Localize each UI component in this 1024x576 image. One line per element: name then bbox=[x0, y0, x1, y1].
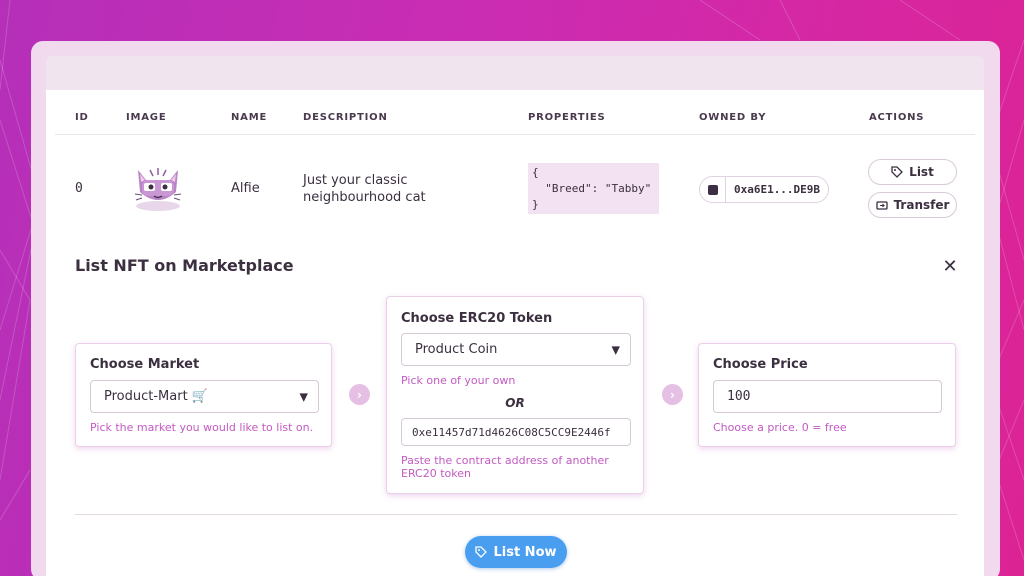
section-divider bbox=[75, 514, 957, 515]
chevron-down-icon: ▼ bbox=[299, 390, 308, 403]
list-now-label: List Now bbox=[493, 544, 557, 560]
token-address-hint-line2: ERC20 token bbox=[401, 467, 471, 480]
nft-cat-image bbox=[134, 168, 182, 211]
choose-price-title: Choose Price bbox=[713, 357, 808, 372]
chevron-down-icon: ▼ bbox=[611, 343, 620, 356]
market-select-value: Product-Mart 🛒 bbox=[104, 389, 208, 404]
price-input[interactable]: 100 bbox=[713, 380, 942, 413]
token-select[interactable]: Product Coin ▼ bbox=[401, 333, 631, 366]
transfer-button-label: Transfer bbox=[893, 198, 950, 212]
properties-open-brace: { bbox=[532, 166, 539, 179]
token-address-hint-line1: Paste the contract address of another bbox=[401, 454, 609, 467]
token-address-input[interactable]: 0xe11457d71d4626C08C5CC9E2446f bbox=[401, 418, 631, 446]
nft-description-line1: Just your classic bbox=[303, 173, 408, 188]
listing-title: List NFT on Marketplace bbox=[75, 256, 294, 275]
or-separator: OR bbox=[505, 396, 525, 410]
transfer-icon bbox=[875, 201, 888, 210]
market-select[interactable]: Product-Mart 🛒 ▼ bbox=[90, 380, 319, 413]
token-hint: Pick one of your own bbox=[401, 374, 516, 387]
tag-icon bbox=[475, 546, 488, 558]
choose-token-title: Choose ERC20 Token bbox=[401, 311, 553, 326]
nft-id: 0 bbox=[75, 181, 83, 196]
choose-market-title: Choose Market bbox=[90, 357, 200, 372]
choose-token-card: Choose ERC20 Token Product Coin ▼ Pick o… bbox=[386, 296, 644, 494]
nft-description-line2: neighbourhood cat bbox=[303, 190, 426, 205]
market-hint: Pick the market you would like to list o… bbox=[90, 421, 314, 434]
transfer-button[interactable]: Transfer bbox=[868, 192, 957, 218]
properties-breed: "Breed": "Tabby" bbox=[532, 182, 652, 195]
choose-market-card: Choose Market Product-Mart 🛒 ▼ Pick the … bbox=[75, 343, 332, 447]
column-header-description: DESCRIPTION bbox=[303, 112, 388, 123]
list-now-button[interactable]: List Now bbox=[465, 536, 567, 568]
price-hint: Choose a price. 0 = free bbox=[713, 421, 847, 434]
close-icon[interactable]: ✕ bbox=[942, 258, 958, 276]
window-topbar bbox=[46, 56, 984, 92]
column-header-properties: PROPERTIES bbox=[528, 112, 606, 123]
price-input-value: 100 bbox=[727, 389, 751, 404]
list-button[interactable]: List bbox=[868, 159, 957, 185]
list-button-label: List bbox=[909, 165, 934, 179]
owner-badge[interactable]: 0xa6E1...DE9B bbox=[699, 176, 829, 203]
column-header-actions: ACTIONS bbox=[869, 112, 925, 123]
header-divider bbox=[55, 134, 975, 135]
arrow-right-icon: › bbox=[349, 384, 370, 405]
owner-address: 0xa6E1...DE9B bbox=[733, 183, 821, 196]
wallet-icon bbox=[700, 177, 726, 202]
column-header-id: ID bbox=[75, 112, 89, 123]
token-address-value: 0xe11457d71d4626C08C5CC9E2446f bbox=[412, 425, 611, 439]
nft-name: Alfie bbox=[231, 181, 260, 196]
properties-close-brace: } bbox=[532, 198, 539, 211]
nft-properties: { "Breed": "Tabby"} bbox=[528, 163, 659, 214]
column-header-name: NAME bbox=[231, 112, 268, 123]
token-select-value: Product Coin bbox=[415, 342, 498, 357]
choose-price-card: Choose Price 100 Choose a price. 0 = fre… bbox=[698, 343, 956, 447]
column-header-owned-by: OWNED BY bbox=[699, 112, 767, 123]
column-header-image: IMAGE bbox=[126, 112, 167, 123]
tag-icon bbox=[891, 166, 904, 178]
arrow-right-icon: › bbox=[662, 384, 683, 405]
